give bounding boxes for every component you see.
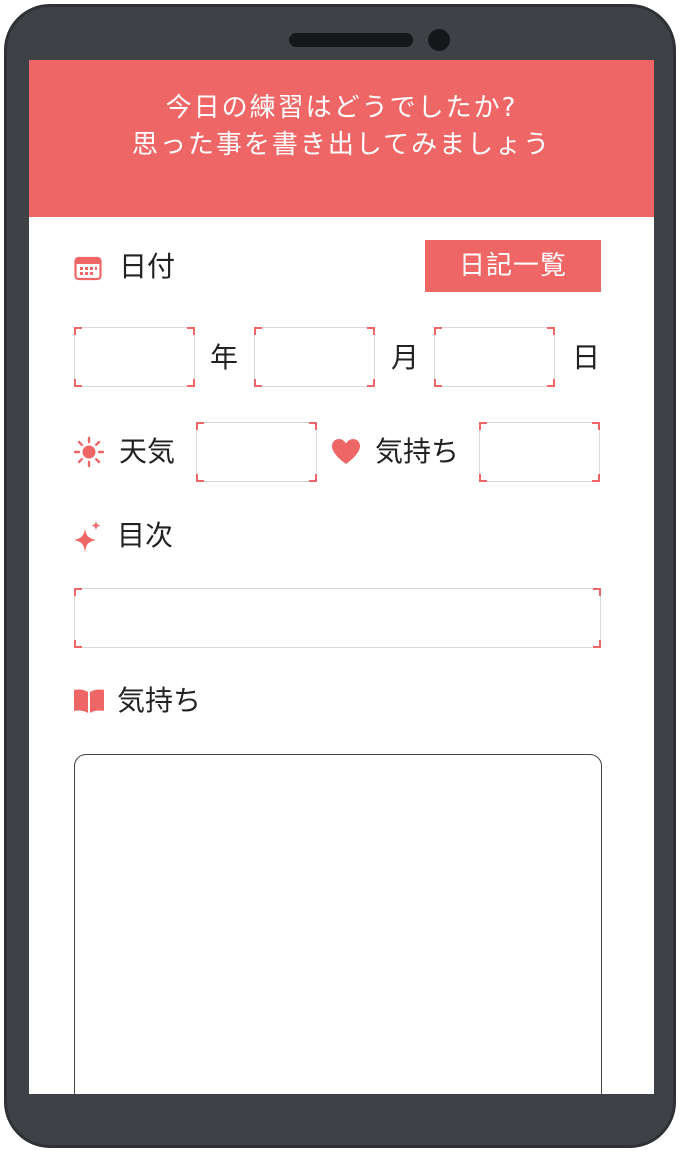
header-line-1: 今日の練習はどうでしたか?: [165, 93, 518, 123]
sun-icon: [73, 436, 105, 468]
mood-field[interactable]: [479, 422, 600, 482]
month-unit: 月: [391, 341, 420, 374]
book-icon: [74, 689, 104, 713]
calendar-icon: [74, 256, 102, 281]
sparkle-icon: [74, 521, 101, 553]
goal-input[interactable]: [75, 589, 600, 647]
feelings-textarea[interactable]: [75, 755, 601, 1094]
diary-list-button[interactable]: 日記一覧: [425, 240, 601, 292]
year-unit: 年: [210, 341, 239, 374]
weather-label: 天気: [119, 435, 176, 468]
header-line-2: 思った事を書き出してみましょう: [131, 130, 552, 160]
day-unit: 日: [572, 341, 601, 374]
page-header: 今日の練習はどうでしたか? 思った事を書き出してみましょう: [29, 60, 654, 217]
year-input[interactable]: [75, 328, 194, 386]
goal-field[interactable]: [74, 588, 601, 648]
feelings-label: 気持ち: [117, 684, 202, 717]
weather-field[interactable]: [196, 422, 317, 482]
feelings-textarea-box[interactable]: [74, 754, 602, 1094]
goal-label: 目次: [117, 519, 174, 552]
day-field[interactable]: [434, 327, 555, 387]
month-input[interactable]: [255, 328, 374, 386]
app-screen: 今日の練習はどうでしたか? 思った事を書き出してみましょう 日付 日記一覧 年 …: [29, 60, 654, 1094]
weather-input[interactable]: [197, 423, 316, 481]
heart-icon: [332, 439, 360, 464]
mood-input[interactable]: [480, 423, 599, 481]
date-label: 日付: [119, 250, 176, 283]
phone-camera: [428, 29, 450, 51]
phone-speaker: [289, 33, 413, 47]
day-input[interactable]: [435, 328, 554, 386]
month-field[interactable]: [254, 327, 375, 387]
mood-label: 気持ち: [375, 435, 460, 468]
year-field[interactable]: [74, 327, 195, 387]
